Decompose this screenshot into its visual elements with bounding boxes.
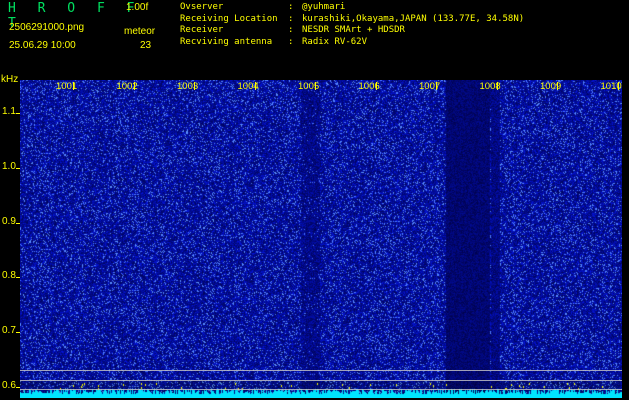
info-value: @yuhmari <box>302 2 346 12</box>
y-tick-label: 0.9 <box>2 215 16 227</box>
info-value: NESDR SMArt + HDSDR <box>302 25 405 35</box>
minute-label: 1003 <box>177 81 199 92</box>
y-tick-label: 1.0 <box>2 160 16 172</box>
datetime-label: 25.06.29 10:00 <box>9 40 76 51</box>
info-label: Receiving Location <box>180 13 278 24</box>
meteor-label: meteor <box>124 26 156 37</box>
reference-line <box>20 389 622 390</box>
spectrogram-canvas <box>20 80 622 398</box>
reference-line <box>20 370 622 371</box>
minute-label: 1002 <box>116 81 138 92</box>
y-tick <box>16 112 20 114</box>
info-label: Receiver <box>180 25 224 35</box>
info-row-location: Receiving Location : kurashiki,Okayama,J… <box>180 14 524 26</box>
y-tick-label: 0.6 <box>2 380 16 392</box>
y-tick-label: 1.1 <box>2 105 16 117</box>
y-tick <box>16 387 20 389</box>
minute-label: 1007 <box>419 81 441 92</box>
info-row-receiver: Receiver : NESDR SMArt + HDSDR <box>180 25 524 37</box>
y-tick <box>16 277 20 279</box>
y-tick-label: 0.8 <box>2 270 16 282</box>
minute-label: 1001 <box>56 81 78 92</box>
minute-label: 1004 <box>237 81 259 92</box>
info-value: Radix RV-62V <box>302 36 368 47</box>
filename-label: 2506291000.png <box>9 22 85 33</box>
minute-label: 1008 <box>479 81 501 92</box>
y-tick <box>16 167 20 169</box>
meteor-count: 23 <box>140 40 152 51</box>
y-tick <box>16 332 20 334</box>
minute-label: 1005 <box>298 81 320 92</box>
info-row-antenna: Recviving antenna : Radix RV-62V <box>180 37 524 49</box>
info-separator: : <box>288 25 294 35</box>
minute-label: 1010 <box>600 81 622 92</box>
info-separator: : <box>288 2 294 12</box>
info-separator: : <box>288 13 294 24</box>
info-row-observer: Ovserver : @yuhmari <box>180 2 524 14</box>
reference-line <box>20 380 622 381</box>
y-axis-unit: kHz <box>1 74 19 85</box>
version-label: 1.00f <box>126 2 149 13</box>
minute-label: 1009 <box>540 81 562 92</box>
info-label: Ovserver <box>180 2 224 12</box>
y-tick <box>16 222 20 224</box>
header-left: H R O F F T 1.00f 2506291000.png meteor … <box>0 0 170 72</box>
minute-label: 1006 <box>358 81 380 92</box>
info-separator: : <box>288 36 294 47</box>
station-info: Ovserver : @yuhmari Receiving Location :… <box>180 2 524 48</box>
info-label: Recviving antenna <box>180 36 273 47</box>
y-tick-label: 0.7 <box>2 325 16 337</box>
info-value: kurashiki,Okayama,JAPAN (133.77E, 34.58N… <box>302 13 525 24</box>
spectrogram-plot <box>20 80 622 398</box>
